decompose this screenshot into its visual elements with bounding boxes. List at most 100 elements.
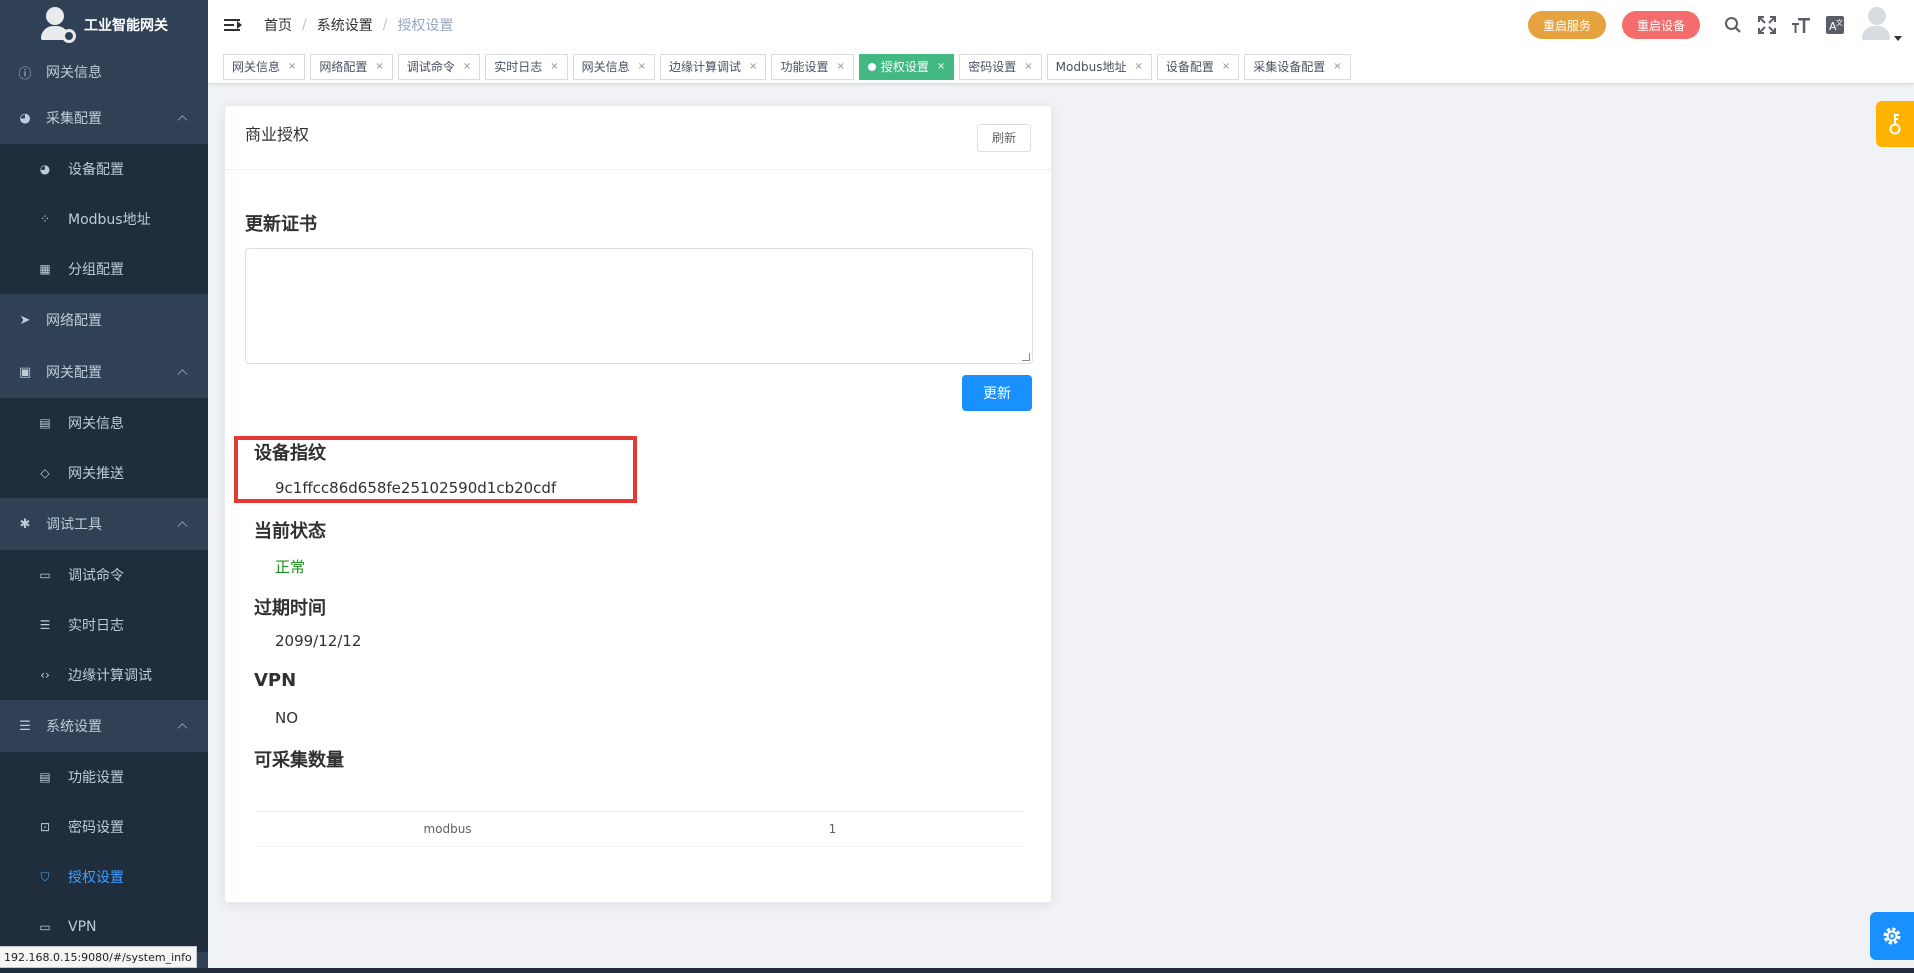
close-icon[interactable]: ×	[836, 61, 844, 72]
tag-realtime-log[interactable]: 实时日志 ×	[485, 53, 568, 80]
sidebar-item-gateway-info[interactable]: ⓘ 网关信息	[0, 52, 208, 92]
breadcrumb: 首页 / 系统设置 / 授权设置	[264, 15, 453, 35]
svg-text:文: 文	[1836, 18, 1843, 27]
refresh-button[interactable]: 刷新	[976, 123, 1031, 152]
sidebar: 工业智能网关 ⓘ 网关信息 ◕ 采集配置 ◕ 设备配置 ⁘ Modbus地址 ▦…	[0, 0, 208, 973]
bug-icon: ✱	[19, 516, 31, 532]
close-icon[interactable]: ×	[1024, 61, 1032, 72]
sidebar-item-function-settings[interactable]: ▤ 功能设置	[0, 752, 208, 802]
breadcrumb-home[interactable]: 首页	[264, 15, 292, 35]
close-icon[interactable]: ×	[375, 61, 383, 72]
lock-icon: ▣	[18, 364, 32, 380]
sidebar-item-edge-compute-debug[interactable]: ‹› 边缘计算调试	[0, 650, 208, 700]
sidebar-item-realtime-log[interactable]: ☰ 实时日志	[0, 600, 208, 650]
tag-debug-command[interactable]: 调试命令 ×	[397, 53, 481, 80]
card-header: 商业授权 刷新	[225, 106, 1051, 170]
table-row: modbus 1	[255, 811, 1025, 847]
sidebar-item-system-settings[interactable]: ☰ 系统设置	[0, 700, 208, 752]
tag-license-settings[interactable]: 授权设置 ×	[858, 53, 955, 80]
sidebar-item-group-config[interactable]: ▦ 分组配置	[0, 244, 208, 294]
hamburger-icon[interactable]	[224, 17, 242, 33]
vpn-value: NO	[275, 709, 299, 727]
sidebar-item-network-config[interactable]: ➤ 网络配置	[0, 294, 208, 346]
table-icon: ▦	[39, 262, 51, 276]
sidebar-item-gateway-push[interactable]: ◇ 网关推送	[0, 448, 208, 498]
key-icon[interactable]	[1876, 101, 1914, 147]
tag-edge-compute-debug[interactable]: 边缘计算调试 ×	[660, 53, 767, 80]
sidebar-item-debug-tools[interactable]: ✱ 调试工具	[0, 498, 208, 550]
sidebar-item-modbus-address[interactable]: ⁘ Modbus地址	[0, 194, 208, 244]
chevron-up-icon	[177, 521, 188, 532]
close-icon[interactable]: ×	[749, 61, 757, 72]
breadcrumb-separator: /	[302, 17, 307, 33]
breadcrumb-current: 授权设置	[397, 18, 454, 34]
close-icon[interactable]: ×	[288, 61, 296, 72]
close-icon[interactable]: ×	[1333, 61, 1341, 72]
tag-network-config[interactable]: 网络配置 ×	[310, 53, 393, 80]
sidebar-item-debug-command[interactable]: ▭ 调试命令	[0, 550, 208, 600]
tag-device-config[interactable]: 设备配置 ×	[1156, 53, 1240, 80]
bottom-edge	[0, 968, 1914, 973]
tag-collect-device-config[interactable]: 采集设备配置 ×	[1244, 53, 1351, 80]
tag-password-settings[interactable]: 密码设置 ×	[959, 53, 1042, 80]
certificate-textarea[interactable]	[245, 248, 1033, 364]
sidebar-item-device-config[interactable]: ◕ 设备配置	[0, 144, 208, 194]
grid-icon: ⁘	[39, 212, 51, 226]
tag-gateway-info[interactable]: 网关信息 ×	[223, 53, 306, 80]
count-cell: 1	[828, 822, 837, 836]
translate-icon[interactable]: A文	[1825, 15, 1845, 35]
tags-view: 网关信息 × 网络配置 × 调试命令 × 实时日志 × 网关信息 × 边缘计算调试 × 功能…	[208, 50, 1914, 84]
tag-modbus-address[interactable]: Modbus地址 ×	[1046, 53, 1152, 80]
menu-icon: ☰	[19, 718, 31, 734]
vpn-heading: VPN	[254, 670, 297, 691]
close-icon[interactable]: ×	[937, 61, 945, 72]
tag-function-settings[interactable]: 功能设置 ×	[771, 53, 854, 80]
close-icon[interactable]: ×	[638, 61, 646, 72]
breadcrumb-system-settings[interactable]: 系统设置	[317, 15, 373, 35]
count-table: modbus 1	[255, 811, 1025, 847]
sidebar-item-gateway-config[interactable]: ▣ 网关配置	[0, 346, 208, 398]
restart-device-button[interactable]: 重启设备	[1621, 11, 1700, 39]
sidebar-item-password-settings[interactable]: ⊡ 密码设置	[0, 802, 208, 852]
send-icon: ➤	[19, 312, 31, 328]
fullscreen-icon[interactable]	[1757, 15, 1777, 35]
code-icon: ‹›	[40, 668, 50, 682]
top-navbar: 首页 / 系统设置 / 授权设置 重启服务 重启设备 A文	[208, 0, 1914, 50]
update-cert-heading: 更新证书	[245, 214, 317, 235]
expire-heading: 过期时间	[254, 598, 326, 619]
sidebar-item-vpn[interactable]: ▭ VPN	[0, 902, 208, 952]
tag-gateway-info-2[interactable]: 网关信息 ×	[572, 53, 656, 80]
font-size-icon[interactable]	[1791, 15, 1811, 35]
dashboard-icon: ◕	[19, 110, 31, 126]
chevron-up-icon	[177, 115, 188, 126]
status-heading: 当前状态	[254, 521, 326, 542]
close-icon[interactable]: ×	[1134, 61, 1142, 72]
sidebar-item-gateway-info-sub[interactable]: ▤ 网关信息	[0, 398, 208, 448]
close-icon[interactable]: ×	[550, 61, 558, 72]
restart-service-button[interactable]: 重启服务	[1527, 11, 1606, 39]
app-logo[interactable]: 工业智能网关	[0, 0, 208, 50]
status-value: 正常	[275, 558, 306, 576]
close-icon[interactable]: ×	[1222, 61, 1230, 72]
active-dot-icon	[867, 62, 876, 71]
settings-gear-icon[interactable]	[1870, 912, 1914, 960]
chevron-up-icon	[177, 369, 188, 380]
tag-icon: ◇	[40, 466, 50, 480]
license-card: 商业授权 刷新 更新证书 更新 设备指纹 9c1ffcc86d658fe2510…	[224, 105, 1052, 903]
update-button[interactable]: 更新	[962, 375, 1032, 411]
shield-icon: ⛉	[40, 869, 50, 884]
sidebar-item-license-settings[interactable]: ⛉ 授权设置	[0, 852, 208, 902]
doc-edit-icon: ▤	[39, 770, 51, 784]
breadcrumb-separator: /	[382, 17, 388, 33]
close-icon[interactable]: ×	[463, 61, 471, 72]
list-icon: ☰	[39, 618, 51, 632]
resize-grip-icon[interactable]	[1022, 353, 1030, 361]
user-avatar[interactable]	[1860, 5, 1902, 45]
expire-value: 2099/12/12	[275, 632, 362, 650]
sidebar-item-collect-config[interactable]: ◕ 采集配置	[0, 92, 208, 144]
count-heading: 可采集数量	[254, 750, 344, 771]
search-icon[interactable]	[1723, 15, 1743, 35]
dashboard-icon: ◕	[39, 162, 51, 176]
chevron-up-icon	[177, 723, 188, 734]
app-title: 工业智能网关	[84, 18, 168, 34]
